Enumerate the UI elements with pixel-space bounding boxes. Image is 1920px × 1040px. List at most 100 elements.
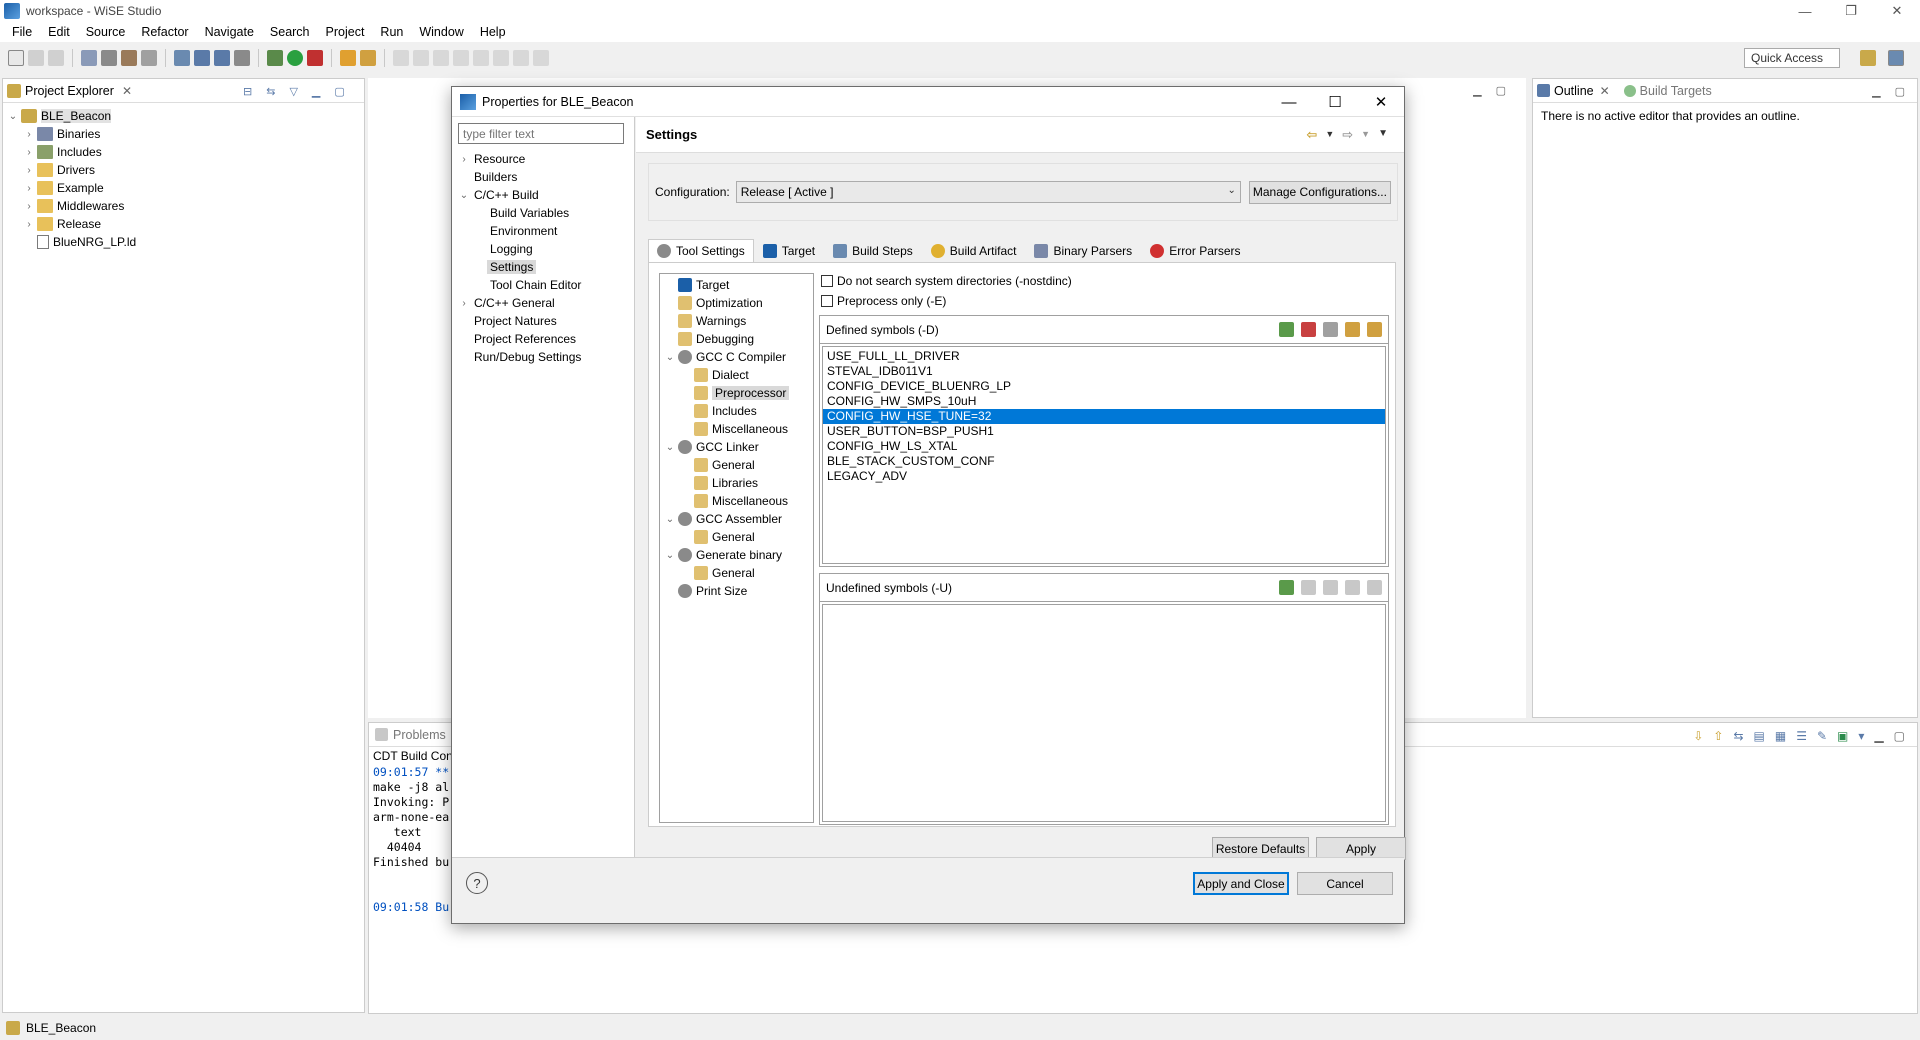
preprocess-only-checkbox[interactable]: [821, 295, 833, 307]
nav-item-cpp-general[interactable]: › C/C++ General: [452, 294, 634, 312]
tree-item-middlewares[interactable]: › Middlewares: [7, 197, 360, 215]
clear-console-icon[interactable]: ▦: [1775, 729, 1786, 743]
chevron-right-icon[interactable]: ›: [23, 219, 35, 230]
back-menu-icon[interactable]: ▼: [1325, 129, 1334, 143]
back-icon[interactable]: [493, 50, 509, 66]
list-item[interactable]: USER_BUTTON=BSP_PUSH1: [823, 424, 1385, 439]
nostdinc-checkbox-row[interactable]: Do not search system directories (-nostd…: [819, 271, 1389, 291]
tab-build-artifact[interactable]: Build Artifact: [922, 239, 1026, 263]
open-perspective-icon[interactable]: [1860, 50, 1876, 66]
dialog-minimize-button[interactable]: —: [1266, 87, 1312, 117]
defined-symbols-list[interactable]: USE_FULL_LL_DRIVER STEVAL_IDB011V1 CONFI…: [822, 346, 1386, 564]
tab-tool-settings[interactable]: Tool Settings: [648, 239, 754, 263]
tree-item-includes[interactable]: › Includes: [7, 143, 360, 161]
nav-item-build-variables[interactable]: Build Variables: [452, 204, 634, 222]
tool-item-generate-binary[interactable]: ⌄ Generate binary: [660, 546, 813, 564]
pin-editor-icon[interactable]: [533, 50, 549, 66]
nav-item-run-debug-settings[interactable]: Run/Debug Settings: [452, 348, 634, 366]
menu-file[interactable]: File: [4, 25, 40, 39]
project-explorer-tab[interactable]: Project Explorer ✕ ⊟ ⇆ ▽ ▁ ▢: [3, 79, 364, 103]
save-icon[interactable]: [28, 50, 44, 66]
nostdinc-checkbox[interactable]: [821, 275, 833, 287]
word-wrap-icon[interactable]: ▤: [1754, 729, 1765, 743]
tool-item-gcc-linker[interactable]: ⌄ GCC Linker: [660, 438, 813, 456]
move-down-icon[interactable]: [1367, 322, 1382, 337]
list-item[interactable]: BLE_STACK_CUSTOM_CONF: [823, 454, 1385, 469]
new-project-icon[interactable]: [194, 50, 210, 66]
chevron-down-icon[interactable]: ⌄: [458, 190, 470, 201]
tree-item-release[interactable]: › Release: [7, 215, 360, 233]
forward-icon[interactable]: [513, 50, 529, 66]
delete-symbol-icon[interactable]: [1301, 322, 1316, 337]
arrow-up-icon[interactable]: ⇧: [1713, 729, 1723, 743]
menu-source[interactable]: Source: [78, 25, 134, 39]
build-targets-tab[interactable]: Build Targets: [1640, 84, 1712, 98]
menu-help[interactable]: Help: [472, 25, 514, 39]
move-up-icon[interactable]: [1345, 322, 1360, 337]
chevron-down-icon[interactable]: ⌄: [664, 514, 676, 525]
tree-item-binaries[interactable]: › Binaries: [7, 125, 360, 143]
toggle-mark-icon[interactable]: [393, 50, 409, 66]
search-icon[interactable]: [360, 50, 376, 66]
list-item-selected[interactable]: CONFIG_HW_HSE_TUNE=32: [823, 409, 1385, 424]
remove-launch-icon[interactable]: ✎: [1817, 729, 1827, 743]
move-up-icon[interactable]: [1345, 580, 1360, 595]
tree-item-example[interactable]: › Example: [7, 179, 360, 197]
maximize-editor-icon[interactable]: ▢: [1496, 84, 1506, 97]
dialog-maximize-button[interactable]: ☐: [1312, 87, 1358, 117]
restore-button[interactable]: ❐: [1828, 0, 1874, 22]
hammer-icon[interactable]: [101, 50, 117, 66]
chevron-down-icon[interactable]: ⌄: [664, 352, 676, 363]
menu-navigate[interactable]: Navigate: [197, 25, 262, 39]
maximize-view-icon[interactable]: ▢: [1894, 729, 1905, 743]
tool-item-gcc-assembler[interactable]: ⌄ GCC Assembler: [660, 510, 813, 528]
help-icon[interactable]: ?: [466, 872, 488, 894]
configuration-select[interactable]: Release [ Active ] ⌄: [735, 181, 1241, 203]
chevron-right-icon[interactable]: ›: [458, 298, 470, 309]
minimize-view-icon[interactable]: ▁: [312, 85, 320, 98]
scroll-lock-icon[interactable]: ⇆: [1733, 729, 1743, 743]
new-folder-icon[interactable]: [214, 50, 230, 66]
open-type-icon[interactable]: [340, 50, 356, 66]
tab-error-parsers[interactable]: Error Parsers: [1141, 239, 1249, 263]
list-item[interactable]: STEVAL_IDB011V1: [823, 364, 1385, 379]
minimize-view-icon[interactable]: ▁: [1874, 729, 1883, 743]
display-console-icon[interactable]: ▾: [1858, 729, 1864, 743]
apply-and-close-button[interactable]: Apply and Close: [1193, 872, 1289, 895]
minimize-editor-icon[interactable]: ▁: [1473, 84, 1481, 97]
edit-symbol-icon[interactable]: [1323, 580, 1338, 595]
list-item[interactable]: CONFIG_DEVICE_BLUENRG_LP: [823, 379, 1385, 394]
view-menu-icon[interactable]: ▽: [289, 85, 297, 98]
maximize-view-icon[interactable]: ▢: [334, 85, 344, 98]
manage-configurations-button[interactable]: Manage Configurations...: [1248, 180, 1391, 204]
tab-build-steps[interactable]: Build Steps: [824, 239, 922, 263]
quick-access-field[interactable]: Quick Access: [1744, 48, 1840, 68]
tab-target[interactable]: Target: [754, 239, 824, 263]
menu-project[interactable]: Project: [318, 25, 373, 39]
arrow-down-icon[interactable]: ⇩: [1693, 729, 1703, 743]
list-item[interactable]: CONFIG_HW_SMPS_10uH: [823, 394, 1385, 409]
tool-item-warnings[interactable]: Warnings: [660, 312, 813, 330]
prev-annotation-icon[interactable]: [473, 50, 489, 66]
tool-item-debugging[interactable]: Debugging: [660, 330, 813, 348]
nav-item-logging[interactable]: Logging: [452, 240, 634, 258]
tool-item-assembler-general[interactable]: General: [660, 528, 813, 546]
close-view-icon[interactable]: ✕: [122, 84, 132, 98]
cancel-button[interactable]: Cancel: [1297, 872, 1393, 895]
build-icon[interactable]: [81, 50, 97, 66]
tree-item-ble-beacon[interactable]: ⌄ BLE_Beacon: [7, 107, 360, 125]
cursor-icon[interactable]: [174, 50, 190, 66]
tool-item-binary-general[interactable]: General: [660, 564, 813, 582]
chevron-right-icon[interactable]: ›: [458, 154, 470, 165]
nav-item-project-natures[interactable]: Project Natures: [452, 312, 634, 330]
chevron-right-icon[interactable]: ›: [23, 201, 35, 212]
tool-item-linker-miscellaneous[interactable]: Miscellaneous: [660, 492, 813, 510]
chevron-right-icon[interactable]: ›: [23, 165, 35, 176]
block-select-icon[interactable]: [413, 50, 429, 66]
show-whitespace-icon[interactable]: [433, 50, 449, 66]
chevron-down-icon[interactable]: ⌄: [7, 111, 19, 122]
external-tools-icon[interactable]: [307, 50, 323, 66]
debug-icon[interactable]: [267, 50, 283, 66]
preprocess-only-checkbox-row[interactable]: Preprocess only (-E): [819, 291, 1389, 311]
minimize-view-icon[interactable]: ▁: [1872, 85, 1880, 98]
